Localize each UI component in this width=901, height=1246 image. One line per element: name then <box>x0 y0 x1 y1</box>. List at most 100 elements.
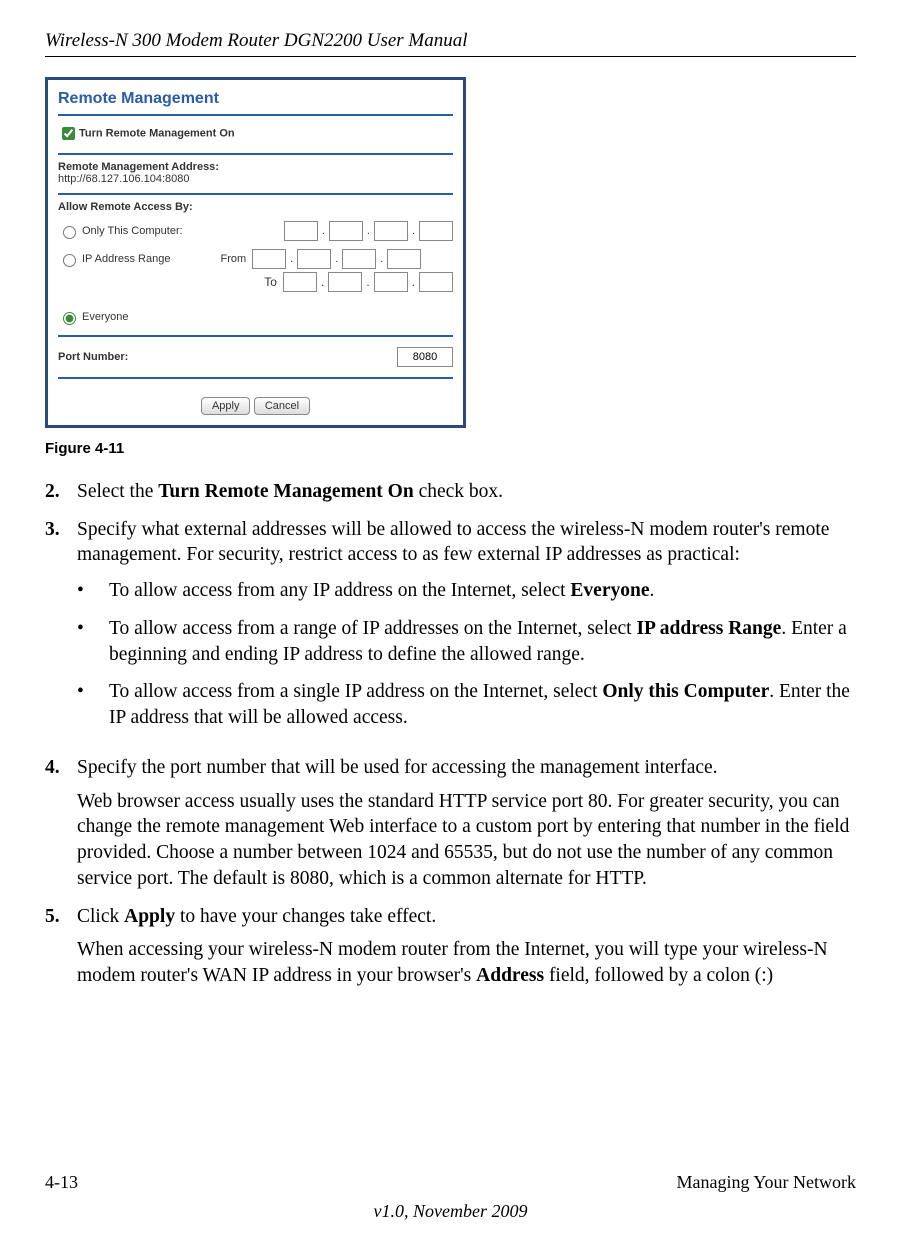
footer-version: v1.0, November 2009 <box>45 1201 856 1222</box>
bullet-text: To allow access from a single IP address… <box>109 679 856 730</box>
step-paragraph: When accessing your wireless-N modem rou… <box>77 937 856 988</box>
step-number: 2. <box>45 479 77 505</box>
bold-text: Everyone <box>570 580 649 601</box>
text: Specify the port number that will be use… <box>77 757 718 778</box>
footer-right: Managing Your Network <box>677 1172 857 1193</box>
bullet-item: •To allow access from a single IP addres… <box>77 679 856 730</box>
ip-octet-input[interactable] <box>419 221 453 241</box>
port-label: Port Number: <box>58 351 128 363</box>
address-value: http://68.127.106.104:8080 <box>58 173 453 187</box>
ip-octet-input[interactable] <box>283 272 317 292</box>
ip-octet-input[interactable] <box>328 272 362 292</box>
bullet-item: •To allow access from any IP address on … <box>77 578 856 604</box>
dot: . <box>319 275 326 289</box>
dot: . <box>378 253 385 265</box>
port-input[interactable] <box>397 347 453 367</box>
allow-access-label: Allow Remote Access By: <box>58 201 453 217</box>
text: field, followed by a colon (:) <box>544 965 773 986</box>
turn-remote-on-checkbox[interactable] <box>62 127 75 140</box>
text: To allow access from a range of IP addre… <box>109 618 636 639</box>
step-4: 4. Specify the port number that will be … <box>45 755 856 892</box>
only-this-computer-label: Only This Computer: <box>82 225 183 237</box>
text: Click <box>77 906 124 927</box>
checkbox-label: Turn Remote Management On <box>79 127 235 139</box>
text: To allow access from a single IP address… <box>109 681 602 702</box>
steps-list: 2. Select the Turn Remote Management On … <box>45 479 856 989</box>
bold-text: Address <box>476 965 544 986</box>
step-number: 3. <box>45 517 77 743</box>
ip-octet-input[interactable] <box>284 221 318 241</box>
only-this-computer-row: Only This Computer: . . . <box>58 217 453 245</box>
step-text: Select the Turn Remote Management On che… <box>77 479 856 505</box>
text: check box. <box>414 481 503 502</box>
bold-text: Apply <box>124 906 175 927</box>
step-text: Specify what external addresses will be … <box>77 517 856 743</box>
ip-range-label: IP Address Range <box>82 253 170 265</box>
dot: . <box>364 275 371 289</box>
step-2: 2. Select the Turn Remote Management On … <box>45 479 856 505</box>
ip-range-to-row: To . . . <box>58 269 453 295</box>
ip-range-row: IP Address Range From . . . <box>58 245 453 269</box>
dot: . <box>410 275 417 289</box>
ip-octet-input[interactable] <box>419 272 453 292</box>
panel-divider <box>58 153 453 155</box>
everyone-radio[interactable] <box>63 312 76 325</box>
ip-octet-input[interactable] <box>374 272 408 292</box>
panel-divider <box>58 193 453 195</box>
only-this-computer-radio[interactable] <box>63 226 76 239</box>
dot: . <box>410 225 417 237</box>
enable-checkbox-row: Turn Remote Management On <box>58 116 453 147</box>
step-5: 5. Click Apply to have your changes take… <box>45 904 856 989</box>
bullet-dot: • <box>77 578 109 604</box>
everyone-label: Everyone <box>82 311 128 323</box>
everyone-row: Everyone <box>58 295 453 329</box>
bullet-list: •To allow access from any IP address on … <box>77 578 856 731</box>
dot: . <box>333 253 340 265</box>
ip-octet-input[interactable] <box>252 249 286 269</box>
panel-title: Remote Management <box>58 86 453 116</box>
remote-management-screenshot: Remote Management Turn Remote Management… <box>45 77 466 428</box>
bold-text: Only this Computer <box>602 681 769 702</box>
header-rule <box>45 56 856 57</box>
cancel-button[interactable]: Cancel <box>254 397 310 415</box>
ip-octet-input[interactable] <box>329 221 363 241</box>
page-number: 4-13 <box>45 1172 78 1193</box>
dot: . <box>288 253 295 265</box>
ip-octet-input[interactable] <box>297 249 331 269</box>
ip-octet-input[interactable] <box>342 249 376 269</box>
text: To allow access from any IP address on t… <box>109 580 570 601</box>
ip-octet-input[interactable] <box>374 221 408 241</box>
text: Specify what external addresses will be … <box>77 519 829 566</box>
ip-range-radio[interactable] <box>63 254 76 267</box>
port-row: Port Number: <box>58 343 453 371</box>
bullet-dot: • <box>77 679 109 730</box>
footer: 4-13 Managing Your Network v1.0, Novembe… <box>45 1172 856 1222</box>
step-text: Specify the port number that will be use… <box>77 755 856 892</box>
step-paragraph: Web browser access usually uses the stan… <box>77 789 856 892</box>
bold-text: Turn Remote Management On <box>158 481 413 502</box>
panel-divider <box>58 377 453 379</box>
address-label: Remote Management Address: <box>58 161 453 173</box>
button-row: Apply Cancel <box>58 385 453 415</box>
dot: . <box>365 225 372 237</box>
to-label: To <box>264 275 277 289</box>
text: . <box>650 580 655 601</box>
step-number: 4. <box>45 755 77 892</box>
from-label: From <box>220 253 246 265</box>
dot: . <box>320 225 327 237</box>
bullet-text: To allow access from any IP address on t… <box>109 578 654 604</box>
apply-button[interactable]: Apply <box>201 397 251 415</box>
step-number: 5. <box>45 904 77 989</box>
text: to have your changes take effect. <box>175 906 436 927</box>
bold-text: IP address Range <box>636 618 781 639</box>
bullet-text: To allow access from a range of IP addre… <box>109 616 856 667</box>
header-title: Wireless-N 300 Modem Router DGN2200 User… <box>45 30 856 52</box>
ip-octet-input[interactable] <box>387 249 421 269</box>
bullet-dot: • <box>77 616 109 667</box>
text: Select the <box>77 481 158 502</box>
figure-label: Figure 4-11 <box>45 440 856 457</box>
bullet-item: •To allow access from a range of IP addr… <box>77 616 856 667</box>
step-3: 3. Specify what external addresses will … <box>45 517 856 743</box>
step-text: Click Apply to have your changes take ef… <box>77 904 856 989</box>
panel-divider <box>58 335 453 337</box>
